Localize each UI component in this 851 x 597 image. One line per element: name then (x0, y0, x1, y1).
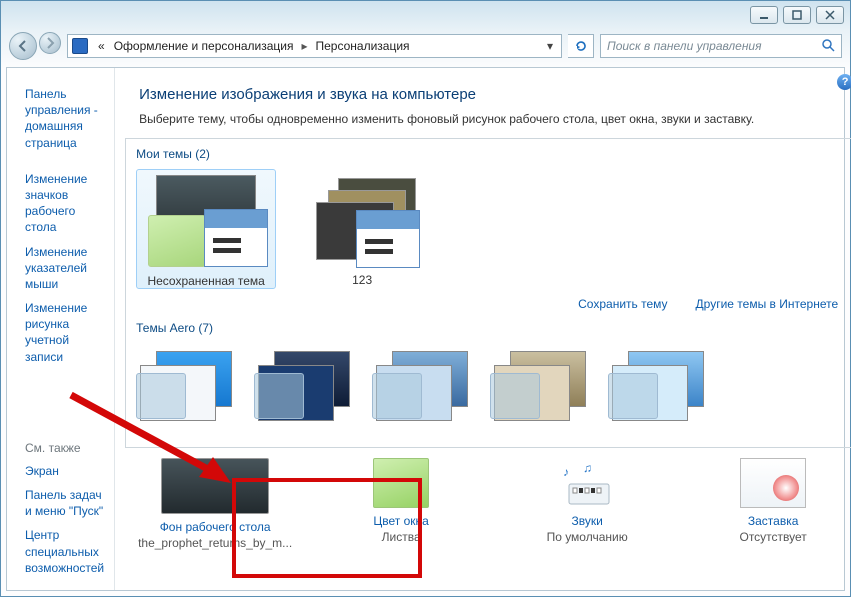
setting-screensaver-link[interactable]: Заставка (693, 514, 851, 528)
page-description: Выберите тему, чтобы одновременно измени… (115, 111, 851, 138)
aero-theme[interactable] (490, 343, 590, 427)
sidebar: Панель управления - домашняя страница Из… (7, 68, 115, 590)
window-frame: « Оформление и персонализация ▸ Персонал… (0, 0, 851, 597)
theme-item-123[interactable]: 123 (292, 169, 432, 289)
screensaver-icon (740, 458, 806, 508)
more-themes-link[interactable]: Другие темы в Интернете (696, 297, 839, 311)
group-my-themes: Несохраненная тема 123 (130, 163, 850, 293)
setting-sounds-link[interactable]: Звуки (507, 514, 667, 528)
address-dropdown-icon[interactable]: ▾ (543, 39, 557, 53)
settings-row: Фон рабочего стола the_prophet_returns_b… (115, 448, 851, 558)
setting-background[interactable]: Фон рабочего стола the_prophet_returns_b… (135, 458, 295, 550)
refresh-button[interactable] (568, 34, 594, 58)
sidebar-link-display[interactable]: Экран (25, 459, 104, 483)
sidebar-link-accessibility[interactable]: Центр специальных возможностей (25, 523, 104, 580)
aero-theme[interactable] (372, 343, 472, 427)
breadcrumb-prefix[interactable]: « (94, 37, 109, 55)
save-theme-link[interactable]: Сохранить тему (578, 297, 667, 311)
search-icon[interactable] (821, 38, 835, 55)
help-icon[interactable]: ? (837, 74, 851, 90)
sidebar-link-icons[interactable]: Изменение значков рабочего стола (25, 167, 104, 240)
setting-color-value: Листва (321, 530, 481, 544)
theme-name: Несохраненная тема (137, 274, 275, 288)
maximize-button[interactable] (783, 6, 811, 24)
titlebar (1, 1, 850, 29)
svg-text:♫: ♫ (583, 461, 592, 475)
nav-buttons (9, 32, 61, 60)
setting-sounds-value: По умолчанию (507, 530, 667, 544)
group-links: Сохранить тему Другие темы в Интернете (130, 293, 850, 317)
sidebar-link-cursors[interactable]: Изменение указателей мыши (25, 240, 104, 297)
toolbar: « Оформление и персонализация ▸ Персонал… (1, 29, 850, 63)
sidebar-link-account[interactable]: Изменение рисунка учетной записи (25, 296, 104, 369)
svg-text:♪: ♪ (563, 465, 569, 479)
group-aero-label: Темы Aero (7) (130, 317, 850, 337)
page-title: Изменение изображения и звука на компьют… (115, 68, 851, 111)
client-area: Панель управления - домашняя страница Из… (6, 67, 845, 591)
back-button[interactable] (9, 32, 37, 60)
setting-screensaver[interactable]: Заставка Отсутствует (693, 458, 851, 544)
theme-thumbnail (297, 169, 427, 269)
themes-list[interactable]: Мои темы (2) Несохраненная тема (125, 138, 851, 448)
minimize-button[interactable] (750, 6, 778, 24)
setting-background-value: the_prophet_returns_by_m... (135, 536, 295, 550)
chevron-right-icon: ▸ (298, 39, 310, 53)
background-thumb (161, 458, 269, 514)
aero-theme[interactable] (136, 343, 236, 427)
control-panel-icon (72, 38, 88, 54)
setting-sounds[interactable]: ♪ ♫ Звуки По умолчанию (507, 458, 667, 544)
search-placeholder: Поиск в панели управления (607, 39, 762, 53)
group-my-themes-label: Мои темы (2) (130, 143, 850, 163)
color-thumb (373, 458, 429, 508)
theme-name: 123 (292, 273, 432, 287)
setting-background-link[interactable]: Фон рабочего стола (135, 520, 295, 534)
theme-thumbnail (141, 170, 271, 270)
address-bar[interactable]: « Оформление и персонализация ▸ Персонал… (67, 34, 562, 58)
sidebar-link-taskbar[interactable]: Панель задач и меню "Пуск" (25, 483, 104, 523)
aero-theme[interactable] (608, 343, 708, 427)
main-content: ? Изменение изображения и звука на компь… (115, 68, 851, 590)
see-also-header: См. также (25, 441, 104, 455)
breadcrumb: « Оформление и персонализация ▸ Персонал… (94, 37, 414, 55)
forward-button[interactable] (39, 32, 61, 54)
breadcrumb-item[interactable]: Оформление и персонализация (110, 37, 298, 55)
sounds-icon: ♪ ♫ (557, 458, 617, 508)
group-aero-themes (130, 337, 850, 427)
breadcrumb-item[interactable]: Персонализация (311, 37, 413, 55)
setting-color[interactable]: Цвет окна Листва (321, 458, 481, 544)
address-right: ▾ (543, 39, 557, 53)
close-button[interactable] (816, 6, 844, 24)
setting-screensaver-value: Отсутствует (693, 530, 851, 544)
theme-item-unsaved[interactable]: Несохраненная тема (136, 169, 276, 289)
sidebar-link-home[interactable]: Панель управления - домашняя страница (25, 82, 104, 155)
search-input[interactable]: Поиск в панели управления (600, 34, 842, 58)
setting-color-link[interactable]: Цвет окна (321, 514, 481, 528)
aero-theme[interactable] (254, 343, 354, 427)
